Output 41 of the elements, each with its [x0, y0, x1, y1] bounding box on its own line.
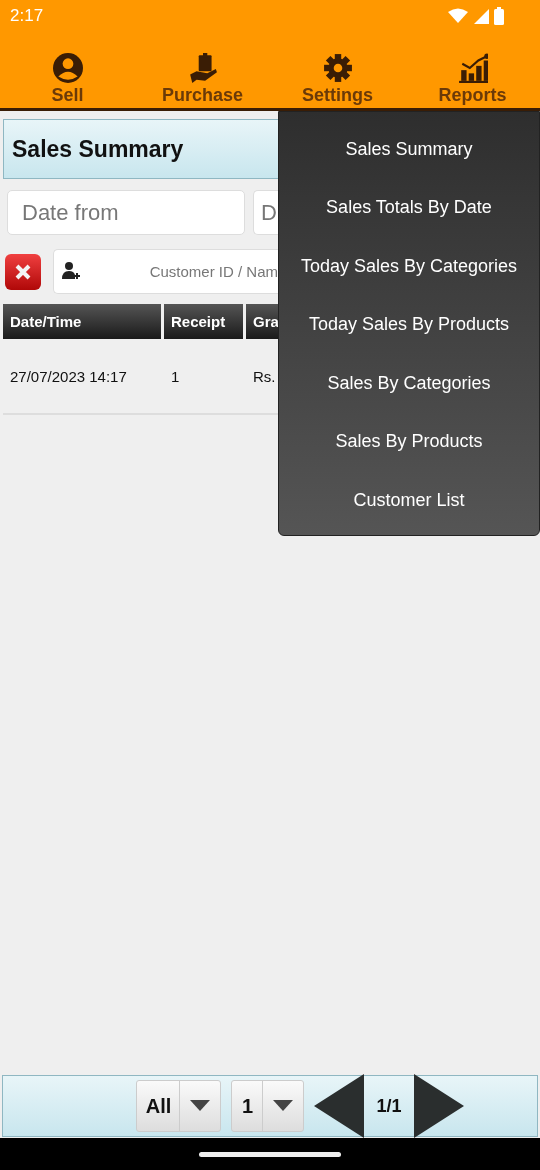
menu-item[interactable]: Sales Totals By Date: [279, 178, 539, 237]
tab[interactable]: Reports: [405, 32, 540, 108]
date-to-field[interactable]: D: [253, 190, 278, 235]
menu-item[interactable]: Today Sales By Categories: [279, 237, 539, 296]
column-header[interactable]: Date/Time: [3, 304, 161, 339]
menu-item[interactable]: Customer List: [279, 471, 539, 530]
close-icon: [15, 263, 31, 280]
previous-page-button[interactable]: [314, 1074, 367, 1138]
home-handle[interactable]: [199, 1151, 341, 1157]
add-person-icon: [61, 261, 81, 281]
status-time: 2:17: [10, 6, 44, 26]
battery-icon: [494, 7, 504, 25]
tab[interactable]: Purchase: [135, 32, 270, 108]
next-page-button[interactable]: [411, 1074, 464, 1138]
menu-item[interactable]: Sales By Categories: [279, 354, 539, 413]
page-title: Sales Summary: [3, 119, 278, 179]
signal-icon: [473, 8, 489, 24]
menu-item[interactable]: Sales Summary: [279, 120, 539, 179]
page-indicator: 1/1: [376, 1095, 402, 1117]
hand-clipboard-icon: [187, 53, 218, 83]
caret-icon: [190, 1100, 211, 1112]
dropdown[interactable]: 1: [231, 1080, 305, 1132]
wifi-icon: [448, 8, 468, 24]
date-from-field[interactable]: Date from: [7, 190, 245, 235]
person-icon: [52, 53, 83, 83]
settings-icon: [322, 53, 353, 83]
tab[interactable]: Settings: [270, 32, 405, 108]
column-header[interactable]: Receipt: [164, 304, 243, 339]
caret-icon: [273, 1100, 294, 1112]
left-triangle-icon: [314, 1074, 367, 1138]
table-cell-text: 1: [170, 367, 181, 385]
menu-item[interactable]: Sales By Products: [279, 412, 539, 471]
tab[interactable]: Sell: [0, 32, 135, 108]
menu-item[interactable]: Today Sales By Products: [279, 295, 539, 354]
clear-button[interactable]: [5, 253, 41, 290]
table-cell-text: 27/07/2023 14:17: [9, 367, 128, 385]
table-cell-text: Rs.: [252, 367, 277, 385]
bar-chart-icon: [457, 53, 488, 83]
dropdown[interactable]: All: [136, 1080, 222, 1132]
customer-field[interactable]: Customer ID / Nam: [53, 249, 278, 294]
right-triangle-icon: [411, 1074, 464, 1138]
